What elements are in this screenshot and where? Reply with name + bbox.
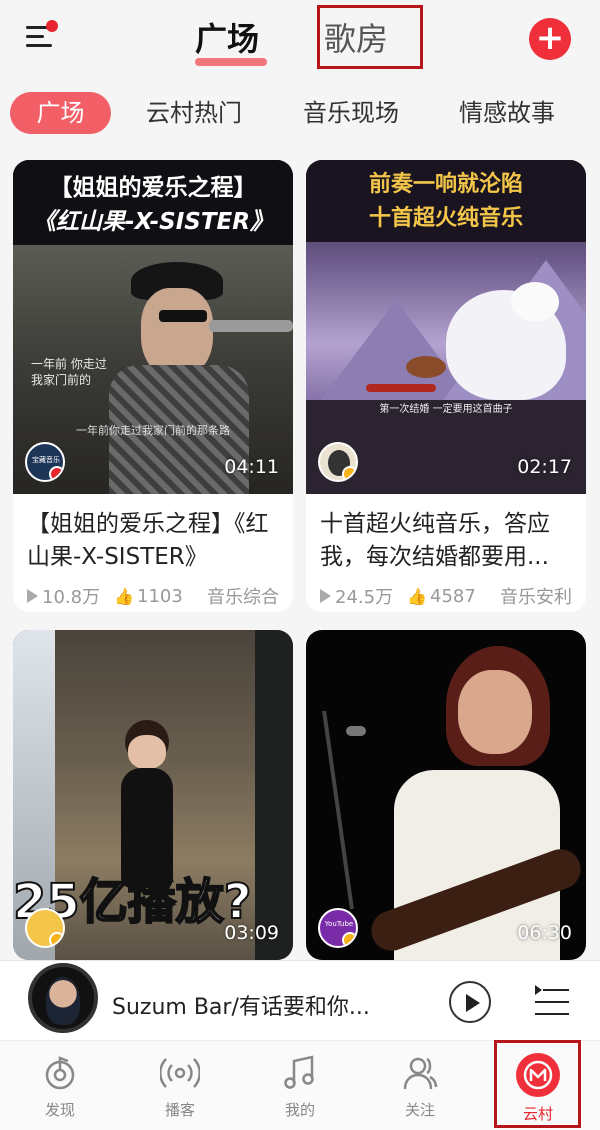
nav-follow[interactable]: 关注 [380, 1053, 460, 1120]
feed-card[interactable]: 前奏一响就沦陷 十首超火纯音乐 第一次结婚 一定要用这首曲子 02:17 十首超… [306, 160, 586, 612]
highlight-box-village [494, 1040, 581, 1128]
play-count-icon [27, 589, 38, 603]
star-badge-icon [342, 932, 356, 946]
add-button[interactable]: + [529, 18, 571, 60]
podcast-icon [160, 1058, 200, 1088]
category-bar: 广场 云村热门 音乐现场 情感故事 [0, 92, 600, 136]
highlight-box-song-room [317, 5, 423, 69]
creator-avatar[interactable]: 宝藏音乐 [25, 442, 65, 482]
creator-avatar[interactable] [318, 442, 358, 482]
header: 广场 歌房 + [0, 0, 600, 78]
thumbnail-title-line1: 前奏一响就沦陷 [368, 172, 523, 197]
category-plaza[interactable]: 广场 [10, 92, 111, 134]
thumbnail-title-line2: 《红山果-X-SISTER》 [33, 209, 273, 235]
menu-icon[interactable] [24, 20, 58, 50]
category-emotional-stories[interactable]: 情感故事 [459, 92, 555, 134]
nav-mine[interactable]: 我的 [260, 1053, 340, 1120]
avatar-text: 宝藏音乐 [32, 456, 60, 464]
card-meta: 10.8万 👍 1103 音乐综合 [13, 576, 293, 612]
nav-podcast[interactable]: 播客 [140, 1053, 220, 1120]
card-meta: 24.5万 👍 4587 音乐安利 [306, 576, 586, 612]
category-village-hot[interactable]: 云村热门 [146, 92, 242, 134]
star-badge-icon [49, 932, 63, 946]
mini-player[interactable]: Suzum Bar/有话要和你... [0, 960, 600, 1040]
video-duration: 04:11 [224, 456, 279, 478]
video-thumbnail: 前奏一响就沦陷 十首超火纯音乐 第一次结婚 一定要用这首曲子 02:17 [306, 160, 586, 494]
play-button[interactable] [449, 981, 491, 1023]
avatar-text: YouTube [324, 920, 354, 928]
feed-card[interactable]: 25亿播放? 03:09 [13, 630, 293, 960]
nav-discover[interactable]: 发现 [20, 1053, 100, 1120]
thumbs-up-icon: 👍 [407, 586, 427, 606]
video-duration: 02:17 [517, 456, 572, 478]
lyric-subtitle-1: 一年前 你走过 [31, 357, 107, 371]
play-count: 24.5万 [320, 583, 393, 609]
like-count: 👍 1103 [114, 585, 183, 607]
thumbnail-title-line2: 十首超火纯音乐 [368, 206, 523, 231]
creator-avatar[interactable]: YouTube [318, 908, 358, 948]
like-count: 👍 4587 [407, 585, 476, 607]
feed-card[interactable]: YouTube 06:30 [306, 630, 586, 960]
play-icon [466, 994, 480, 1012]
thumbs-up-icon: 👍 [114, 586, 134, 606]
lyric-bottom: 一年前你走过我家门前的那条路 [76, 424, 230, 437]
play-count: 10.8万 [27, 583, 100, 609]
video-thumbnail: 25亿播放? 03:09 [13, 630, 293, 960]
music-note-icon [284, 1055, 314, 1089]
video-duration: 03:09 [224, 922, 279, 944]
card-title: 【姐姐的爱乐之程】《红山果-X-SISTER》 [27, 511, 269, 570]
video-duration: 06:30 [517, 922, 572, 944]
video-thumbnail: 【姐姐的爱乐之程】 《红山果-X-SISTER》 一年前 你走过 我家门前的 一… [13, 160, 293, 494]
card-category: 音乐安利 [500, 587, 572, 608]
thumbnail-title-line1: 【姐姐的爱乐之程】 [49, 175, 257, 201]
category-live-music[interactable]: 音乐现场 [303, 92, 399, 134]
lyric-subtitle-2: 我家门前的 [31, 373, 92, 387]
tab-plaza-label: 广场 [195, 20, 260, 58]
tab-plaza-underline [195, 58, 267, 66]
card-category: 音乐综合 [207, 587, 279, 608]
nav-podcast-label: 播客 [164, 1101, 195, 1119]
play-count-icon [320, 589, 331, 603]
music-badge-icon [49, 466, 63, 480]
app-root: 广场 歌房 + 广场 云村热门 音乐现场 情感故事 【姐姐的爱乐之程】 《红山果… [0, 0, 600, 1130]
nav-discover-label: 发现 [44, 1101, 75, 1119]
follow-icon [403, 1057, 438, 1090]
video-thumbnail: YouTube 06:30 [306, 630, 586, 960]
creator-avatar[interactable] [25, 908, 65, 948]
nav-mine-label: 我的 [284, 1101, 315, 1119]
album-cover-art [46, 977, 80, 1025]
now-playing-title[interactable]: Suzum Bar/有话要和你... [112, 989, 370, 1021]
star-badge-icon [342, 466, 356, 480]
nav-follow-label: 关注 [404, 1101, 435, 1119]
playlist-icon[interactable] [535, 985, 569, 1019]
album-disc[interactable] [28, 963, 98, 1033]
feed-card[interactable]: 【姐姐的爱乐之程】 《红山果-X-SISTER》 一年前 你走过 我家门前的 一… [13, 160, 293, 612]
notification-dot [46, 20, 58, 32]
card-title: 十首超火纯音乐，答应我，每次结婚都要用... [320, 511, 550, 570]
tab-plaza[interactable]: 广场 [195, 14, 267, 66]
discover-icon [45, 1056, 75, 1090]
lyric-bottom: 第一次结婚 一定要用这首曲子 [379, 404, 513, 415]
